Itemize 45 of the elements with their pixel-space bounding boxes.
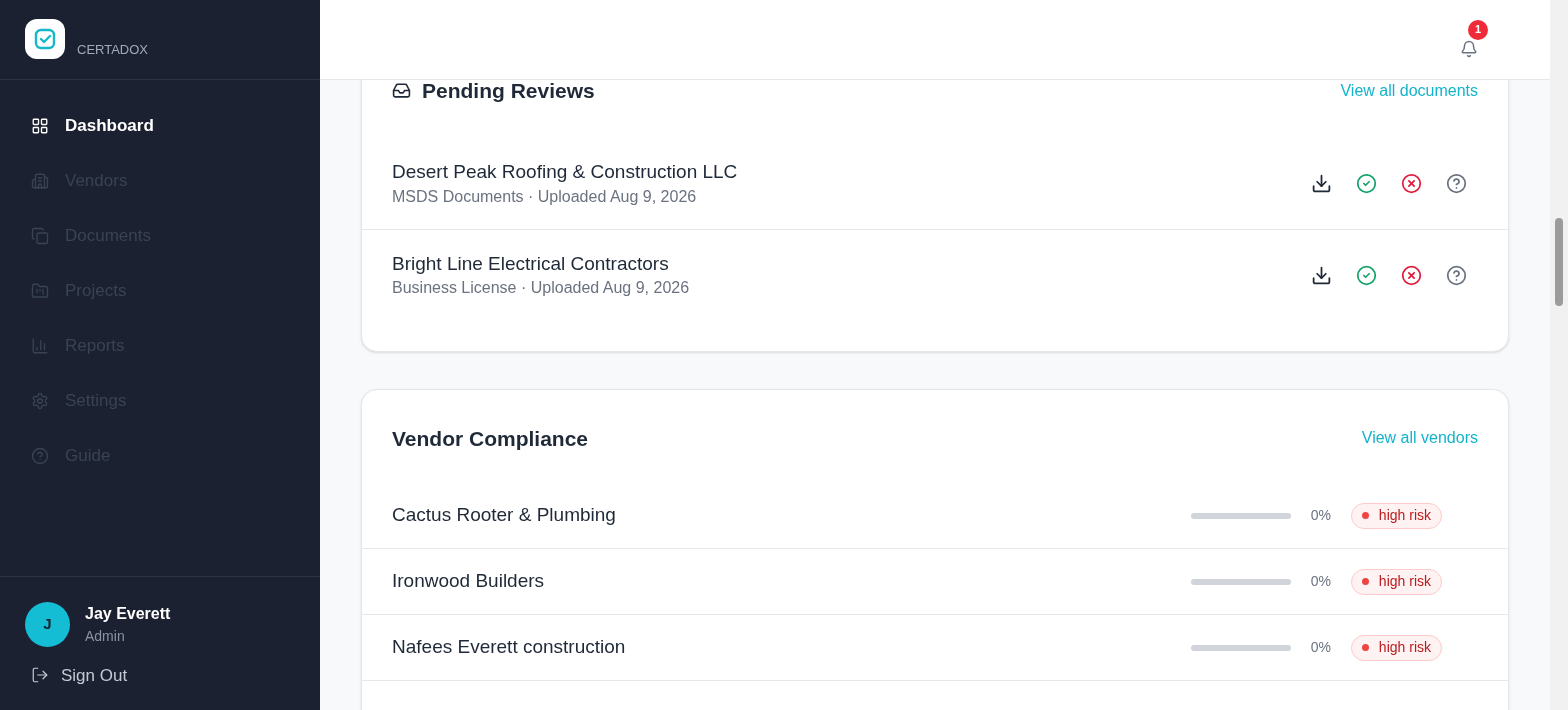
compliance-percent: 0% xyxy=(1309,638,1331,657)
compliance-percent: 0% xyxy=(1309,572,1331,591)
notification-button[interactable] xyxy=(1460,39,1478,58)
sign-out-button[interactable]: Sign Out xyxy=(25,662,295,688)
help-icon xyxy=(31,447,49,465)
vendor-name: Ironwood Builders xyxy=(392,569,545,594)
download-button[interactable] xyxy=(1311,173,1332,194)
download-button[interactable] xyxy=(1311,264,1332,286)
user-avatar: J xyxy=(25,601,70,647)
risk-badge: high risk xyxy=(1350,634,1442,661)
settings-icon xyxy=(31,392,49,410)
help-button[interactable] xyxy=(1446,264,1467,286)
documents-icon xyxy=(31,227,49,245)
building-icon xyxy=(31,172,49,190)
document-details: MSDS Documents · Uploaded Aug 9, 2026 xyxy=(392,186,698,207)
risk-badge: high risk xyxy=(1350,502,1442,529)
reject-button[interactable] xyxy=(1401,264,1422,286)
folder-icon xyxy=(31,282,49,300)
section-title: Vendor Compliance xyxy=(392,425,589,452)
approve-button[interactable] xyxy=(1356,173,1377,194)
help-button[interactable] xyxy=(1446,173,1467,194)
inbox-icon xyxy=(392,81,411,101)
bell-icon xyxy=(1460,39,1478,58)
grid-icon xyxy=(31,117,49,135)
vendor-name: Bright Line Electrical Contractors xyxy=(392,251,670,276)
nav-item[interactable]: Dashboard xyxy=(0,108,320,144)
user-role: Admin xyxy=(85,626,126,646)
bar-chart-icon xyxy=(31,337,49,355)
brand-name: CERTADOX xyxy=(77,40,149,59)
vendor-name: Cactus Rooter & Plumbing xyxy=(392,503,616,528)
notification-badge: 1 xyxy=(1468,19,1488,40)
view-all-vendors-link[interactable]: View all vendors xyxy=(1361,426,1478,451)
reject-button[interactable] xyxy=(1401,173,1422,194)
scrollbar[interactable] xyxy=(1550,0,1568,710)
vendor-name: Nafees Everett construction xyxy=(392,635,626,660)
risk-badge: high risk xyxy=(1350,568,1442,595)
sign-out-icon xyxy=(31,666,49,685)
compliance-percent: 0% xyxy=(1309,506,1331,525)
logo-icon xyxy=(25,19,65,59)
view-all-documents-link[interactable]: View all documents xyxy=(1340,78,1478,103)
user-name: Jay Everett xyxy=(85,603,171,624)
document-details: Business License · Uploaded Aug 9, 2026 xyxy=(392,278,690,299)
approve-button[interactable] xyxy=(1356,264,1377,286)
vendor-name: Desert Peak Roofing & Construction LLC xyxy=(392,160,738,184)
section-title: Pending Reviews xyxy=(422,78,595,104)
